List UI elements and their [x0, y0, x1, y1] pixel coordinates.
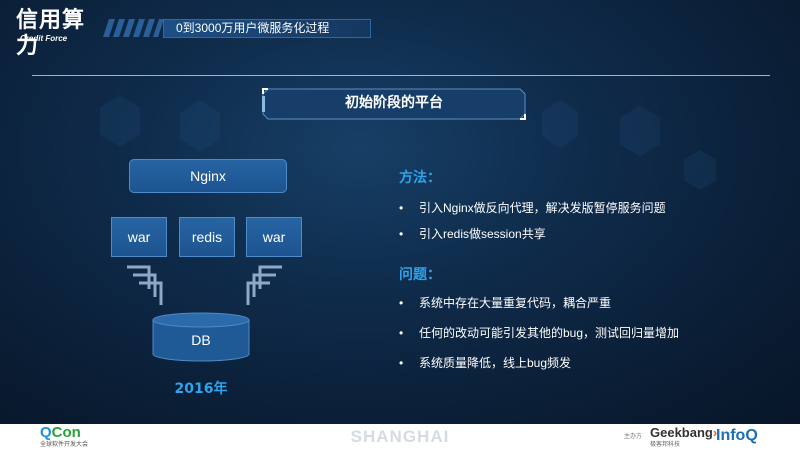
section-title: 初始阶段的平台 — [345, 95, 443, 111]
bullet: • — [399, 296, 404, 310]
database-label: DB — [191, 332, 211, 348]
header-divider — [32, 75, 770, 76]
qcon-con: Con — [51, 424, 81, 441]
down-right-chevrons-icon — [127, 265, 163, 305]
qcon-logo: QCon 全球软件开发大会 — [40, 425, 110, 449]
stripes-decoration-icon — [103, 19, 163, 37]
infoq-logo: InfoQ — [716, 427, 758, 444]
down-left-chevrons-icon — [246, 265, 282, 305]
qcon-q: Q — [40, 424, 52, 441]
problem-item-text: 任何的改动可能引发其他的bug，测试回归量增加 — [419, 326, 680, 340]
list-item: • 任何的改动可能引发其他的bug，测试回归量增加 — [399, 324, 759, 342]
talk-subtitle: 0到3000万用户微服务化过程 — [163, 19, 371, 38]
problem-heading: 问题： — [399, 267, 441, 283]
bullet: • — [399, 356, 404, 370]
organizer-tag: 主办方 — [624, 434, 643, 440]
war-box-2: war — [246, 217, 302, 257]
list-item: • 引入redis做session共享 — [399, 225, 759, 243]
qcon-subtitle: 全球软件开发大会 — [40, 442, 89, 448]
bullet: • — [399, 201, 404, 215]
year-label: 2016年 — [174, 381, 228, 397]
war-box-1: war — [111, 217, 167, 257]
slide: 信用算力 Credit Force 0到3000万用户微服务化过程 初始阶段的平… — [0, 0, 800, 424]
method-item-text: 引入Nginx做反向代理，解决发版暂停服务问题 — [419, 201, 666, 215]
geekbang-name: Geekbang — [650, 425, 713, 440]
problem-item-text: 系统中存在大量重复代码，耦合严重 — [419, 296, 612, 310]
list-item: • 引入Nginx做反向代理，解决发版暂停服务问题 — [399, 199, 759, 217]
method-item-text: 引入redis做session共享 — [419, 227, 546, 241]
geekbang-subtitle: 极客邦科技 — [650, 442, 681, 448]
list-item: • 系统中存在大量重复代码，耦合严重 — [399, 294, 759, 312]
city-watermark: SHANGHAI — [350, 427, 450, 446]
redis-box: redis — [179, 217, 235, 257]
problem-item-text: 系统质量降低，线上bug频发 — [419, 356, 572, 370]
credit-force-logo: 信用算力 Credit Force — [16, 8, 94, 59]
geekbang-logo: Geekbang› 极客邦科技 — [650, 425, 717, 449]
geekbang-logo-text: Geekbang› — [650, 425, 717, 441]
nginx-box: Nginx — [129, 159, 287, 193]
logo-main-text: 信用算力 — [16, 8, 86, 59]
qcon-logo-text: QCon — [40, 425, 110, 441]
section-title-banner: 初始阶段的平台 — [262, 88, 526, 120]
method-heading: 方法： — [399, 170, 441, 186]
database-cylinder-icon: DB — [152, 312, 250, 362]
list-item: • 系统质量降低，线上bug频发 — [399, 354, 759, 372]
bullet: • — [399, 227, 404, 241]
bullet: • — [399, 326, 404, 340]
logo-sub-text: Credit Force — [20, 34, 68, 43]
